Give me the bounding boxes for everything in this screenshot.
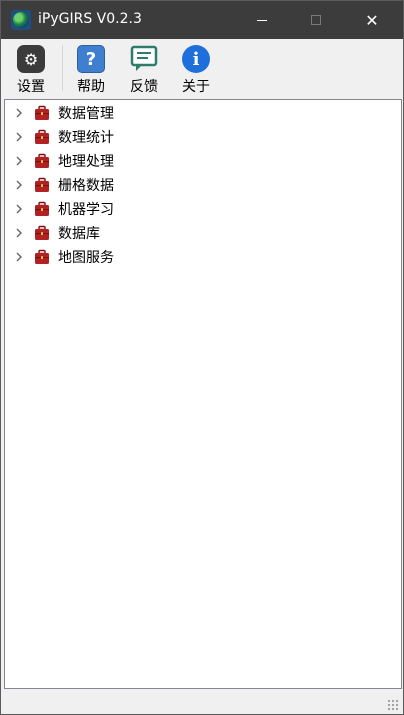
tree-item-data-management[interactable]: 数据管理 — [5, 101, 401, 125]
toolbox-icon — [35, 249, 49, 264]
tree-item-label: 数理统计 — [58, 130, 114, 146]
chevron-right-icon[interactable] — [14, 156, 24, 166]
help-button[interactable]: ? 帮助 — [69, 45, 113, 97]
tree-item-machine-learning[interactable]: 机器学习 — [5, 197, 401, 221]
toolbox-icon — [35, 177, 49, 192]
chevron-right-icon[interactable] — [14, 252, 24, 262]
info-icon: i — [182, 45, 210, 73]
toolbox-icon — [35, 225, 49, 240]
question-icon: ? — [77, 45, 105, 73]
tree-item-database[interactable]: 数据库 — [5, 221, 401, 245]
feedback-label: 反馈 — [130, 79, 158, 95]
toolbox-icon — [35, 153, 49, 168]
chevron-right-icon[interactable] — [14, 180, 24, 190]
close-button[interactable]: ✕ — [349, 1, 395, 39]
about-label: 关于 — [182, 79, 210, 95]
maximize-icon — [311, 15, 321, 25]
tree-item-label: 地理处理 — [58, 154, 114, 170]
title-bar[interactable]: iPyGIRS V0.2.3 ✕ — [1, 1, 403, 39]
chevron-right-icon[interactable] — [14, 132, 24, 142]
feedback-button[interactable]: 反馈 — [122, 45, 166, 97]
status-bar — [1, 689, 403, 714]
toolbox-tree[interactable]: 数据管理 数理统计 地理处理 栅格数据 机器学习 数据库 地图服务 — [4, 99, 402, 689]
tree-item-label: 栅格数据 — [58, 178, 114, 194]
chevron-right-icon[interactable] — [14, 108, 24, 118]
tree-item-label: 地图服务 — [58, 250, 114, 266]
toolbox-icon — [35, 201, 49, 216]
resize-grip-icon[interactable] — [387, 699, 399, 711]
tree-item-raster-data[interactable]: 栅格数据 — [5, 173, 401, 197]
tree-item-label: 数据管理 — [58, 106, 114, 122]
chat-icon — [130, 45, 158, 73]
toolbar-separator — [62, 45, 63, 91]
tree-item-statistics[interactable]: 数理统计 — [5, 125, 401, 149]
settings-label: 设置 — [17, 79, 45, 95]
chevron-right-icon[interactable] — [14, 204, 24, 214]
tree-item-label: 数据库 — [58, 226, 100, 242]
about-button[interactable]: i 关于 — [174, 45, 218, 97]
maximize-button[interactable] — [293, 1, 339, 39]
tree-item-map-services[interactable]: 地图服务 — [5, 245, 401, 269]
chevron-right-icon[interactable] — [14, 228, 24, 238]
minimize-button[interactable] — [239, 1, 285, 39]
tree-item-label: 机器学习 — [58, 202, 114, 218]
toolbox-icon — [35, 129, 49, 144]
window-title: iPyGIRS V0.2.3 — [38, 11, 142, 27]
globe-icon — [11, 10, 31, 30]
close-icon: ✕ — [365, 10, 379, 30]
minimize-icon — [257, 19, 267, 21]
app-window: iPyGIRS V0.2.3 ✕ ⚙ 设置 ? 帮助 反馈 i 关于 数据管理 … — [0, 0, 404, 715]
toolbox-icon — [35, 105, 49, 120]
help-label: 帮助 — [77, 79, 105, 95]
settings-button[interactable]: ⚙ 设置 — [9, 45, 53, 97]
tree-item-geoprocessing[interactable]: 地理处理 — [5, 149, 401, 173]
gear-icon: ⚙ — [17, 45, 45, 73]
